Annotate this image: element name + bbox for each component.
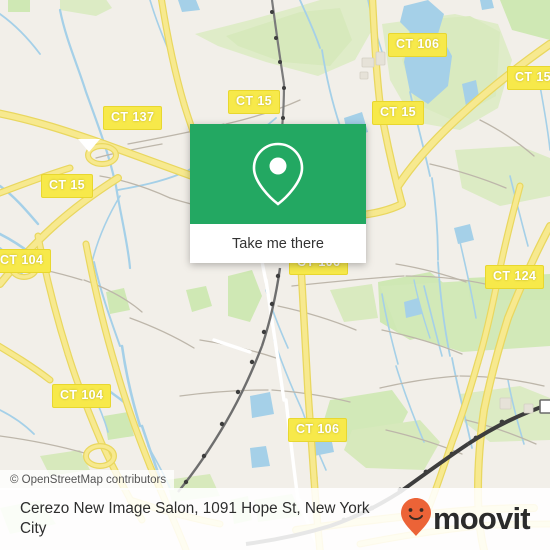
footer-bar: Cerezo New Image Salon, 1091 Hope St, Ne… [0,488,550,550]
osm-attribution[interactable]: © OpenStreetMap contributors [0,470,175,490]
road-shield: CT 106 [388,33,448,57]
road-shield: CT 104 [0,249,52,273]
popup-tail [78,139,100,152]
location-popup[interactable]: Take me there [190,124,366,263]
place-title: Cerezo New Image Salon, 1091 Hope St, Ne… [20,499,370,537]
moovit-wordmark: moovit [433,501,531,536]
road-shield: CT 15 [372,101,425,125]
moovit-logo[interactable]: moovit [400,497,546,542]
take-me-there-button[interactable]: Take me there [190,224,366,263]
popup-image-area [190,124,366,224]
take-me-there-label: Take me there [232,235,324,252]
road-shield: CT 15 [41,174,94,198]
road-shield: CT 104 [52,384,112,408]
map-screen: CT 106 CT 15 CT 15 CT 15 CT 137 CT 15 CT… [0,0,550,550]
road-shield: CT 15 [228,90,281,114]
map-pin-icon [250,140,306,208]
road-shield: CT 15 [507,66,550,90]
moovit-smiling-pin-icon [400,497,432,542]
road-shield: CT 106 [288,418,348,442]
map-canvas[interactable]: CT 106 CT 15 CT 15 CT 15 CT 137 CT 15 CT… [0,0,550,550]
road-shield: CT 137 [103,106,163,130]
road-shield: CT 124 [485,265,545,289]
map-poi-square [539,399,550,414]
